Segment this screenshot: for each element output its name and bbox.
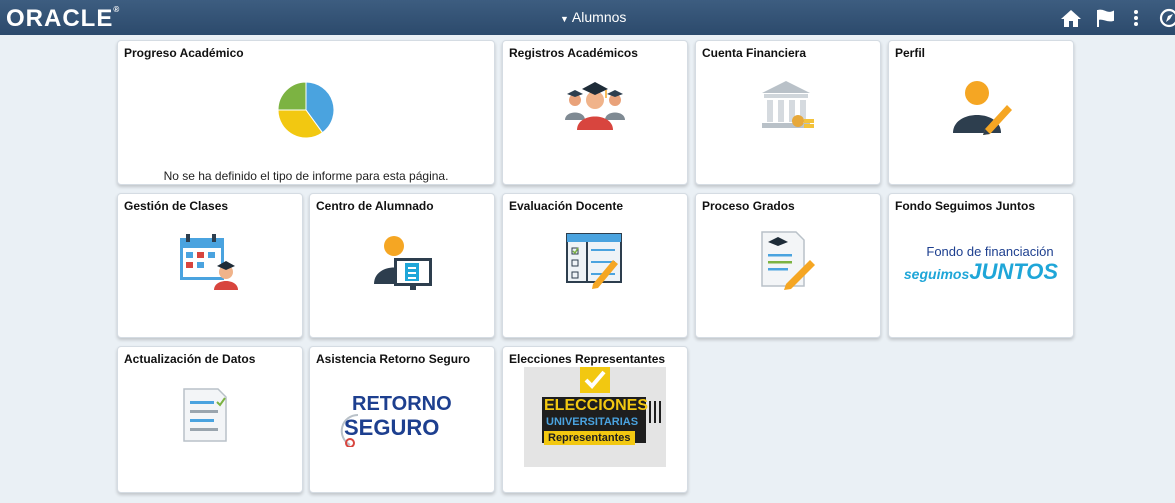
navbar-icon[interactable] (1158, 8, 1175, 28)
pie-chart (277, 81, 335, 139)
ballot-check-icon (580, 367, 610, 393)
tile-fondo-seguimos-juntos[interactable]: Fondo Seguimos Juntos Fondo de financiac… (888, 193, 1074, 338)
evaluation-form-icon (566, 233, 622, 289)
tile-title: Progreso Académico (124, 46, 244, 60)
graduates-icon (565, 82, 625, 130)
tile-progreso-academico[interactable]: Progreso Académico No se ha definido el … (117, 40, 495, 185)
tile-proceso-grados[interactable]: Proceso Grados (695, 193, 881, 338)
banner-line1: ELECCIONES (544, 397, 649, 414)
tile-title: Proceso Grados (702, 199, 795, 213)
fondo-logo: Fondo de financiación seguimosJUNTOS (889, 244, 1073, 286)
tile-title: Cuenta Financiera (702, 46, 807, 60)
top-header-bar: ORACLE® ▼ Alumnos (0, 0, 1175, 35)
fondo-logo-line1: Fondo de financiación (926, 244, 1054, 259)
tile-title: Actualización de Datos (124, 352, 256, 366)
tile-actualizacion-datos[interactable]: Actualización de Datos (117, 346, 303, 493)
banner-stripes (649, 401, 661, 423)
tile-gestion-clases[interactable]: Gestión de Clases (117, 193, 303, 338)
graduation-process-icon (761, 231, 815, 290)
tile-title: Perfil (895, 46, 926, 60)
more-options-icon[interactable] (1125, 8, 1147, 28)
tile-title: Registros Académicos (509, 46, 638, 60)
tile-asistencia-retorno-seguro[interactable]: Asistencia Retorno Seguro RETORNO SEGURO (309, 346, 495, 493)
tile-title: Centro de Alumnado (316, 199, 434, 213)
oracle-logo[interactable]: ORACLE® (6, 5, 120, 33)
homepage-selector[interactable]: ▼ Alumnos (560, 9, 626, 25)
retorno-line1: RETORNO (352, 393, 452, 415)
tile-cuenta-financiera[interactable]: Cuenta Financiera (695, 40, 881, 185)
bank-icon (762, 81, 814, 128)
tile-title: Fondo Seguimos Juntos (895, 199, 1035, 213)
fondo-logo-word1: seguimos (903, 266, 970, 282)
caret-down-icon: ▼ (560, 14, 569, 24)
home-icon[interactable] (1060, 8, 1082, 28)
tile-title: Asistencia Retorno Seguro (316, 352, 471, 366)
retorno-seguro-logo: RETORNO SEGURO (336, 389, 476, 453)
banner-line2: UNIVERSITARIAS (546, 416, 639, 428)
tile-perfil[interactable]: Perfil (888, 40, 1074, 185)
tile-title: Elecciones Representantes (509, 352, 666, 366)
tile-registros-academicos[interactable]: Registros Académicos (502, 40, 688, 185)
homepage-label: Alumnos (571, 9, 627, 25)
pie-slice-2 (277, 81, 307, 111)
user-profile-icon (953, 81, 1012, 135)
data-form-icon (183, 388, 227, 442)
tile-title: Gestión de Clases (124, 199, 229, 213)
report-message: No se ha definido el tipo de informe par… (163, 169, 449, 183)
retorno-line2: SEGURO (344, 415, 440, 440)
fondo-logo-word2: JUNTOS (969, 259, 1059, 284)
flag-icon[interactable] (1094, 8, 1116, 28)
tile-centro-alumnado[interactable]: Centro de Alumnado (309, 193, 495, 338)
tile-title: Evaluación Docente (509, 199, 624, 213)
banner-line3: Representantes (544, 431, 635, 445)
tile-evaluacion-docente[interactable]: Evaluación Docente (502, 193, 688, 338)
class-calendar-icon (180, 234, 238, 290)
student-center-icon (374, 236, 432, 290)
elecciones-banner: ELECCIONES UNIVERSITARIAS Representantes (524, 367, 666, 467)
tile-elecciones-representantes[interactable]: Elecciones Representantes ELECCIONES UNI… (502, 346, 688, 493)
